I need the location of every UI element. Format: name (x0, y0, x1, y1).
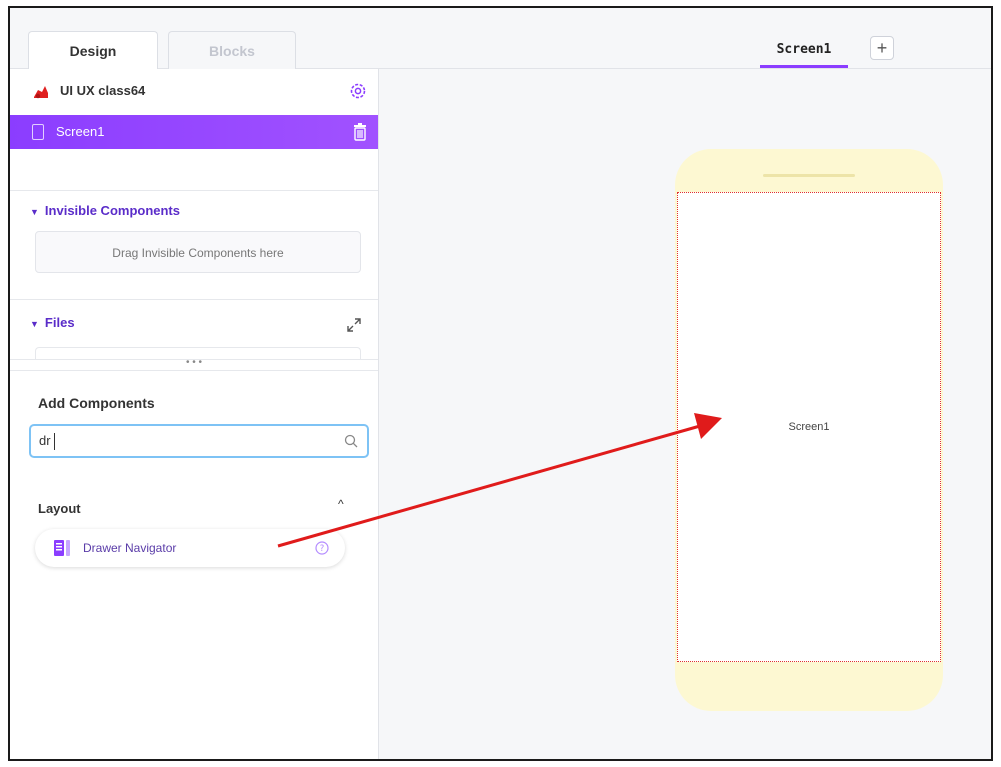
files-toggle[interactable]: ▼ Files (30, 315, 75, 330)
invisible-components-title: Invisible Components (44, 203, 180, 218)
project-logo-icon (34, 86, 48, 99)
component-tree-screen1[interactable]: Screen1 (10, 115, 378, 149)
divider (10, 190, 378, 191)
left-panel: UI UX class64 Screen1 ▼ Invisible Compone… (10, 69, 379, 759)
invisible-components-toggle[interactable]: ▼ Invisible Components (30, 203, 180, 218)
search-icon[interactable] (344, 434, 358, 448)
top-bar: Design Blocks Screen1 + (10, 8, 991, 69)
screen-tab[interactable]: Screen1 (760, 38, 848, 68)
expand-icon[interactable] (346, 317, 362, 333)
panel-resize-handle[interactable]: • • • (10, 358, 378, 371)
search-input[interactable]: dr (39, 433, 51, 448)
screen-tab-indicator (760, 65, 848, 68)
add-components-title: Add Components (38, 395, 155, 411)
trash-icon[interactable] (353, 123, 367, 141)
chevron-up-icon[interactable]: ^ (338, 497, 344, 511)
caret-down-icon: ▼ (30, 207, 39, 217)
layout-category-title[interactable]: Layout (38, 501, 81, 516)
tab-blocks[interactable]: Blocks (168, 31, 296, 69)
project-name: UI UX class64 (60, 83, 146, 98)
text-cursor (54, 433, 55, 450)
component-label: Drawer Navigator (83, 541, 177, 555)
component-item-drawer-navigator[interactable]: Drawer Navigator ? (35, 529, 345, 567)
invisible-components-dropzone[interactable]: Drag Invisible Components here (35, 231, 361, 273)
files-title: Files (44, 315, 75, 330)
gear-icon[interactable] (348, 81, 368, 101)
tab-design[interactable]: Design (28, 31, 158, 69)
phone-preview: Screen1 (675, 149, 943, 711)
project-row[interactable]: UI UX class64 (10, 69, 378, 115)
screen-row-label: Screen1 (56, 124, 105, 139)
viewer-canvas: Screen1 (379, 69, 991, 759)
component-search-field[interactable]: dr (29, 424, 369, 458)
screen1-drop-target[interactable]: Screen1 (677, 192, 941, 662)
screen-label: Screen1 (788, 421, 830, 433)
help-icon[interactable]: ? (315, 541, 329, 555)
caret-down-icon: ▼ (30, 319, 39, 329)
app-window: Design Blocks Screen1 + UI UX class64 Sc… (8, 6, 993, 761)
divider (10, 299, 378, 300)
phone-speaker (763, 174, 855, 177)
add-screen-button[interactable]: + (870, 36, 894, 60)
screen-tab-label: Screen1 (776, 42, 832, 57)
svg-text:?: ? (320, 544, 325, 554)
drawer-navigator-icon (54, 540, 70, 556)
phone-icon (32, 124, 44, 140)
